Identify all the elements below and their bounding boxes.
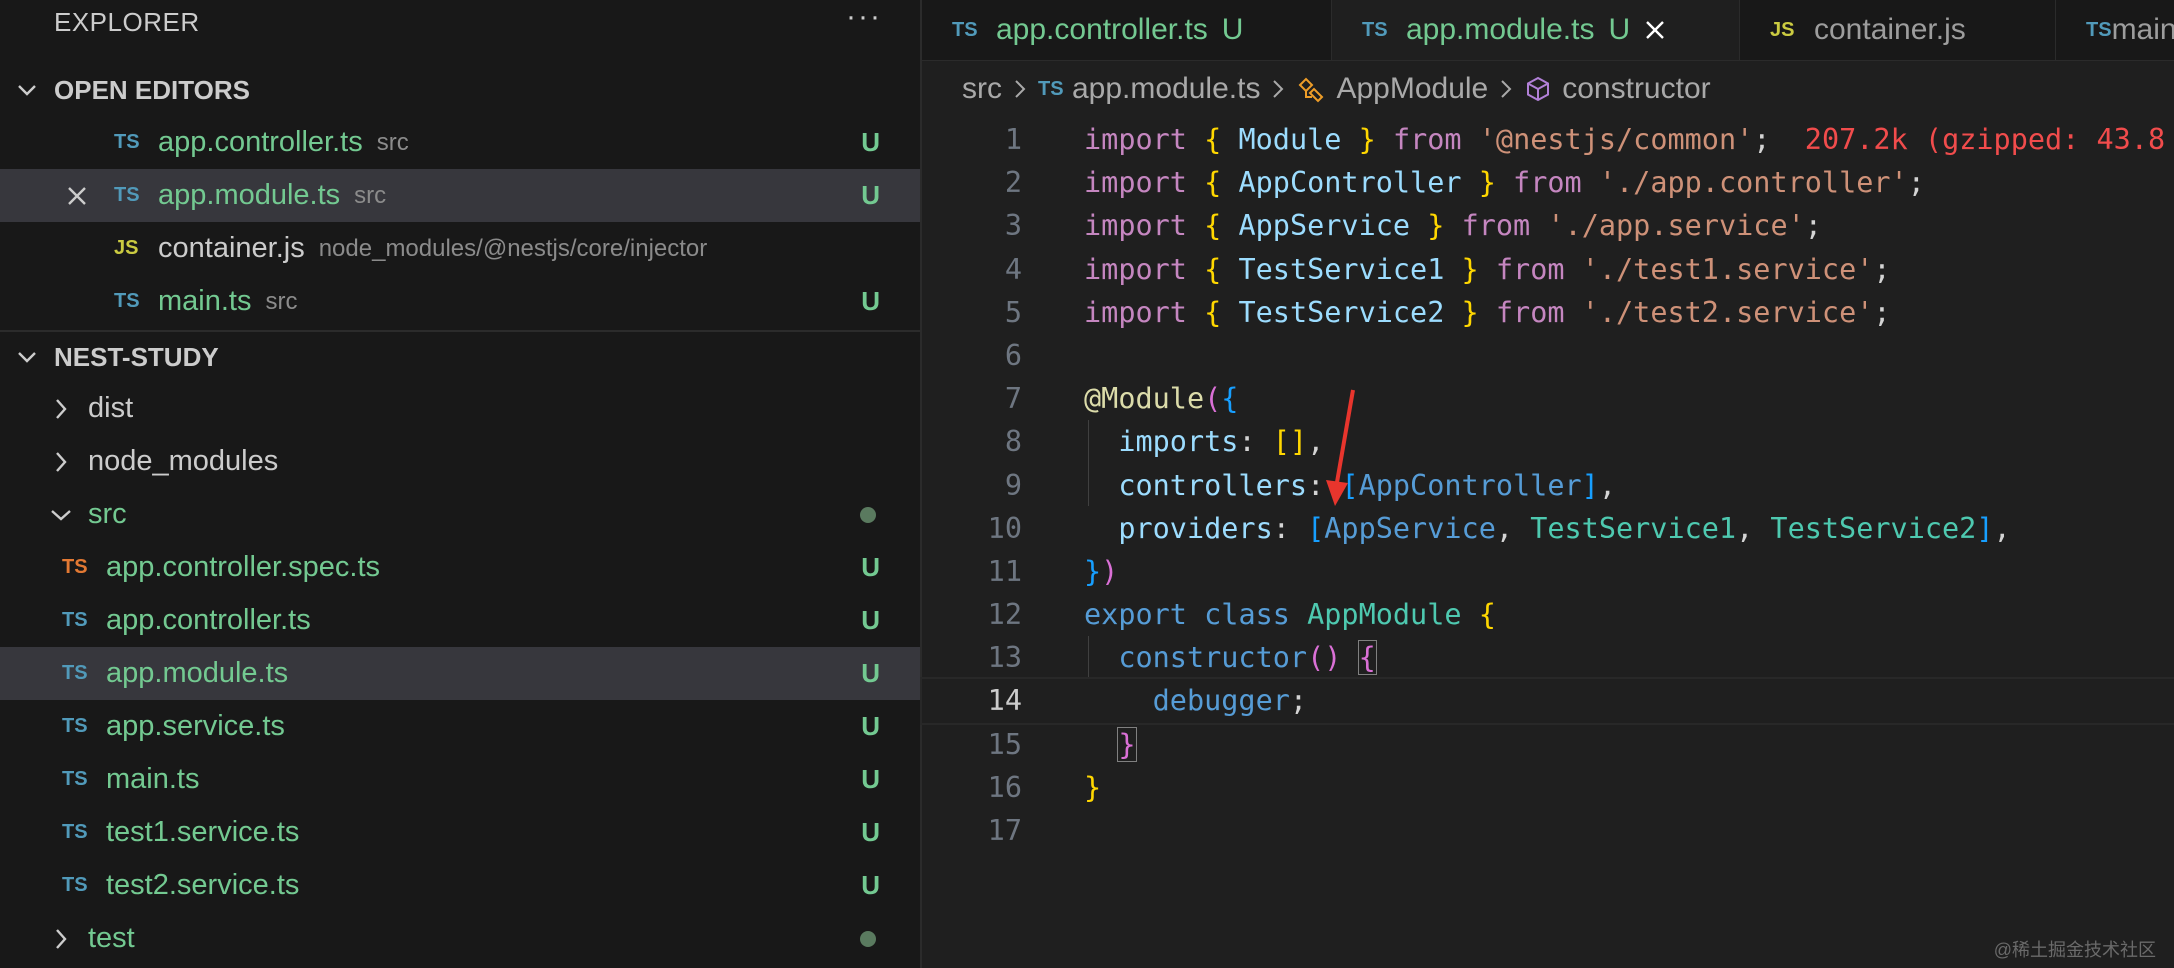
file-item[interactable]: TS test1.service.ts U [0,806,920,859]
file-name: app.controller.ts [106,604,311,636]
file-item[interactable]: TS app.controller.spec.ts U [0,541,920,594]
file-item[interactable]: TS app.controller.ts U [0,594,920,647]
file-item-selected[interactable]: TS app.module.ts U [0,647,920,700]
typescript-file-icon: TS [62,874,88,896]
folder-item-src[interactable]: src [0,488,920,541]
folder-name: node_modules [88,445,279,477]
open-editor-dir: node_modules/@nestjs/core/injector [318,234,708,262]
folder-item-node-modules[interactable]: node_modules [0,435,920,488]
file-name: app.controller.spec.ts [106,551,381,583]
file-item[interactable]: TS app.service.ts U [0,700,920,753]
open-editor-filename: container.js [158,232,305,264]
file-item[interactable]: TS main.ts U [0,753,920,806]
javascript-file-icon: JS [114,237,139,259]
open-editor-filename: app.module.ts [158,179,341,211]
file-name: app.module.ts [106,657,289,689]
open-editor-filename: main.ts [158,285,252,317]
git-untracked-badge: U [861,764,880,794]
git-untracked-badge: U [861,286,880,316]
open-editor-dir: src [376,128,409,156]
typescript-test-file-icon: TS [62,556,88,578]
modified-dot-icon [860,930,876,947]
editor-area: TS app.controller.ts U TS app.module.ts … [920,0,2174,968]
git-untracked-badge: U [861,605,880,635]
folder-name: dist [88,392,134,424]
file-name: test1.service.ts [106,816,300,848]
open-editor-dir: src [265,287,298,315]
git-untracked-badge: U [861,711,880,741]
annotation-arrow-icon [1326,389,1355,506]
git-untracked-badge: U [861,127,880,157]
chevron-down-icon [0,83,54,97]
open-editor-item-active[interactable]: TS app.module.ts src U [0,169,920,222]
modified-dot-icon [860,506,876,523]
explorer-sidebar: EXPLORER ··· OPEN EDITORS TS app.control… [0,0,922,968]
file-item[interactable]: TS test2.service.ts U [0,859,920,912]
open-editor-item[interactable]: JS container.js node_modules/@nestjs/cor… [0,222,920,275]
typescript-file-icon: TS [62,821,88,843]
open-editors-section-header[interactable]: OPEN EDITORS [0,64,920,116]
folder-name: src [88,498,127,530]
project-section-header[interactable]: NEST-STUDY [0,330,920,382]
folder-item-test[interactable]: test [0,912,920,965]
chevron-right-icon [44,928,78,950]
file-name: app.service.ts [106,710,285,742]
project-title: NEST-STUDY [54,341,219,372]
typescript-file-icon: TS [62,662,88,684]
file-name: main.ts [106,763,200,795]
git-untracked-badge: U [861,552,880,582]
explorer-header: EXPLORER ··· [0,0,920,44]
explorer-title: EXPLORER [54,6,200,37]
chevron-down-icon [44,508,78,522]
open-editors-title: OPEN EDITORS [54,74,251,105]
folder-name: test [88,922,135,954]
chevron-right-icon [44,398,78,420]
typescript-file-icon: TS [62,768,88,790]
typescript-file-icon: TS [62,609,88,631]
chevron-right-icon [44,451,78,473]
more-actions-icon[interactable]: ··· [846,0,882,44]
git-untracked-badge: U [861,658,880,688]
typescript-file-icon: TS [114,131,140,153]
folder-item-dist[interactable]: dist [0,382,920,435]
git-untracked-badge: U [861,180,880,210]
close-editor-icon[interactable] [66,169,88,222]
file-name: test2.service.ts [106,869,300,901]
typescript-file-icon: TS [114,184,140,206]
typescript-file-icon: TS [114,290,140,312]
watermark: @稀土掘金技术社区 [1993,940,2156,960]
typescript-file-icon: TS [62,715,88,737]
open-editor-dir: src [354,181,387,209]
git-untracked-badge: U [861,870,880,900]
git-untracked-badge: U [861,817,880,847]
open-editor-filename: app.controller.ts [158,126,363,158]
chevron-down-icon [0,350,54,364]
open-editor-item[interactable]: TS app.controller.ts src U [0,116,920,169]
open-editor-item[interactable]: TS main.ts src U [0,275,920,328]
